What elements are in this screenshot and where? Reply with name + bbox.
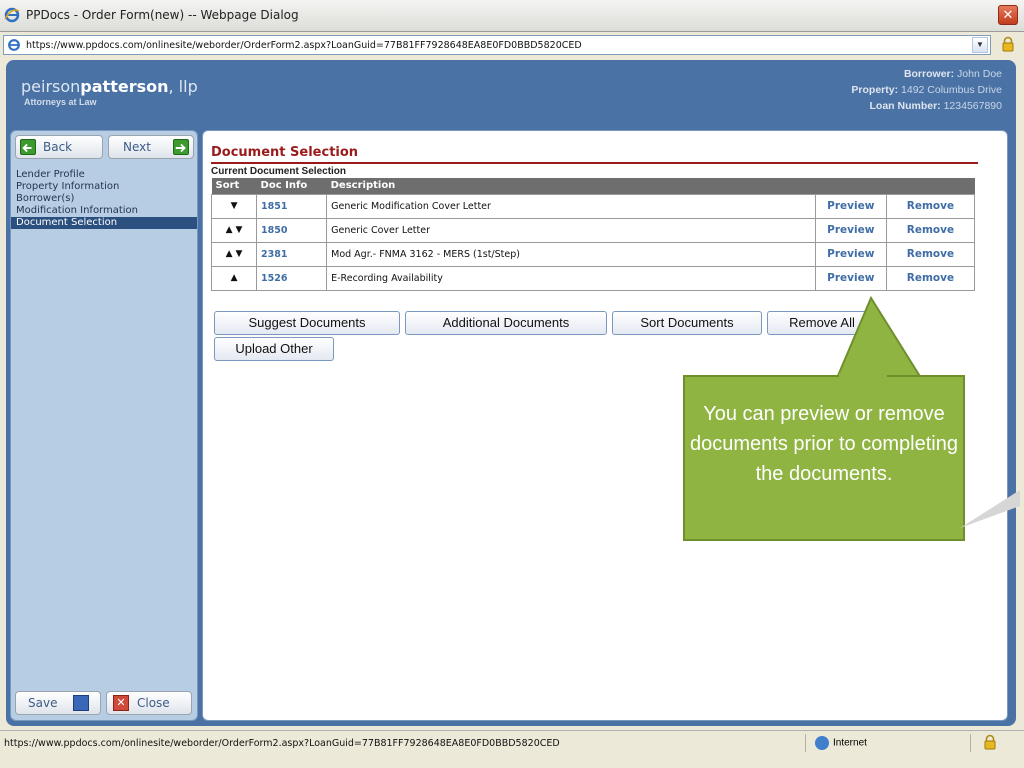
table-row: ▼ 1851 Generic Modification Cover Letter… [210,193,976,219]
sidebar-item-borrowers[interactable]: Borrower(s) [11,193,197,205]
preview-link[interactable]: Preview [814,193,887,219]
page-title: Document Selection [211,145,359,160]
doc-info-link[interactable]: 1526 [256,265,328,291]
close-button[interactable]: ✕ Close [106,691,192,715]
next-label: Next [123,140,151,154]
sidebar-item-document-selection[interactable]: Document Selection [11,217,197,229]
doc-info-link[interactable]: 2381 [256,241,328,267]
status-bar: https://www.ppdocs.com/onlinesite/webord… [0,730,1024,768]
close-icon: ✕ [113,695,129,711]
save-button[interactable]: Save [15,691,101,715]
save-label: Save [28,696,58,710]
sidebar-item-modification-information[interactable]: Modification Information [11,205,197,217]
borrower-value: John Doe [957,68,1002,80]
doc-description: Generic Cover Letter [326,217,816,243]
sidebar-nav: Lender Profile Property Information Borr… [11,169,197,229]
status-lock-icon[interactable] [982,734,998,750]
remove-link[interactable]: Remove [885,265,976,291]
doc-info-link[interactable]: 1851 [256,193,328,219]
remove-link[interactable]: Remove [885,241,976,267]
table-row: ▲ ▼ 1850 Generic Cover Letter Preview Re… [210,217,976,243]
loan-info: Borrower: John Doe Property: 1492 Columb… [851,66,1002,114]
suggest-documents-button[interactable]: Suggest Documents [214,311,400,335]
zone-label: Internet [833,737,867,749]
globe-icon [815,736,829,750]
column-header-sort: Sort [211,178,257,194]
back-label: Back [43,140,73,154]
sidebar: Back Next Lender Profile Property Inform… [10,130,198,721]
window-close-button[interactable]: ✕ [998,5,1018,25]
sort-arrows[interactable]: ▼ [210,193,258,219]
status-divider [970,734,971,752]
firm-logo: peirsonpatterson, llp [21,77,198,96]
column-header-preview [815,178,887,194]
sidebar-item-property-information[interactable]: Property Information [11,181,197,193]
column-header-remove [886,178,975,194]
table-row: ▲ 1526 E-Recording Availability Preview … [210,265,976,291]
status-divider [805,734,806,752]
column-header-description: Description [326,178,816,194]
next-arrow-icon [173,139,189,155]
table-header-row: Sort Doc Info Description [211,178,975,194]
tutorial-callout: You can preview or remove documents prio… [683,375,965,541]
back-arrow-icon [20,139,36,155]
next-button[interactable]: Next [108,135,194,159]
title-divider [211,162,978,164]
remove-link[interactable]: Remove [885,193,976,219]
decorative-shadow [960,490,1020,528]
preview-link[interactable]: Preview [814,265,887,291]
section-subtitle: Current Document Selection [211,166,347,177]
sort-arrows[interactable]: ▲ [210,265,258,291]
firm-tagline: Attorneys at Law [24,97,97,107]
ie-icon [4,7,20,23]
callout-text: You can preview or remove documents prio… [690,403,958,485]
sidebar-item-lender-profile[interactable]: Lender Profile [11,169,197,181]
sort-documents-button[interactable]: Sort Documents [612,311,762,335]
address-field[interactable]: https://www.ppdocs.com/onlinesite/webord… [3,35,991,55]
additional-documents-button[interactable]: Additional Documents [405,311,607,335]
property-label: Property: [851,84,899,96]
address-url: https://www.ppdocs.com/onlinesite/webord… [26,40,582,51]
loan-number-label: Loan Number: [869,100,941,112]
loan-number-value: 1234567890 [943,100,1002,112]
remove-link[interactable]: Remove [885,217,976,243]
table-row: ▲ ▼ 2381 Mod Agr.- FNMA 3162 - MERS (1st… [210,241,976,267]
preview-link[interactable]: Preview [814,241,887,267]
address-bar: https://www.ppdocs.com/onlinesite/webord… [0,32,1024,58]
document-table: Sort Doc Info Description ▼ 1851 Generic… [210,178,976,291]
back-button[interactable]: Back [15,135,103,159]
security-zone: Internet [815,736,867,750]
lock-icon[interactable] [1000,36,1016,52]
sort-arrows[interactable]: ▲ ▼ [210,217,258,243]
callout-pointer-join [839,373,887,379]
doc-description: Mod Agr.- FNMA 3162 - MERS (1st/Step) [326,241,816,267]
doc-info-link[interactable]: 1850 [256,217,328,243]
borrower-label: Borrower: [903,68,955,80]
sort-arrows[interactable]: ▲ ▼ [210,241,258,267]
close-label: Close [137,696,170,710]
preview-link[interactable]: Preview [814,217,887,243]
property-value: 1492 Columbus Drive [901,84,1002,96]
address-dropdown-icon[interactable]: ▼ [972,37,988,53]
callout-pointer [835,296,923,379]
app-header: peirsonpatterson, llp Attorneys at Law B… [6,60,1016,128]
column-header-doc-info: Doc Info [256,178,327,194]
doc-description: Generic Modification Cover Letter [326,193,816,219]
floppy-disk-icon [73,695,89,711]
upload-other-button[interactable]: Upload Other [214,337,334,361]
status-url: https://www.ppdocs.com/onlinesite/webord… [4,738,560,749]
title-bar: PPDocs - Order Form(new) -- Webpage Dial… [0,0,1024,32]
doc-description: E-Recording Availability [326,265,816,291]
page-icon [8,39,20,51]
window-title: PPDocs - Order Form(new) -- Webpage Dial… [26,8,299,22]
